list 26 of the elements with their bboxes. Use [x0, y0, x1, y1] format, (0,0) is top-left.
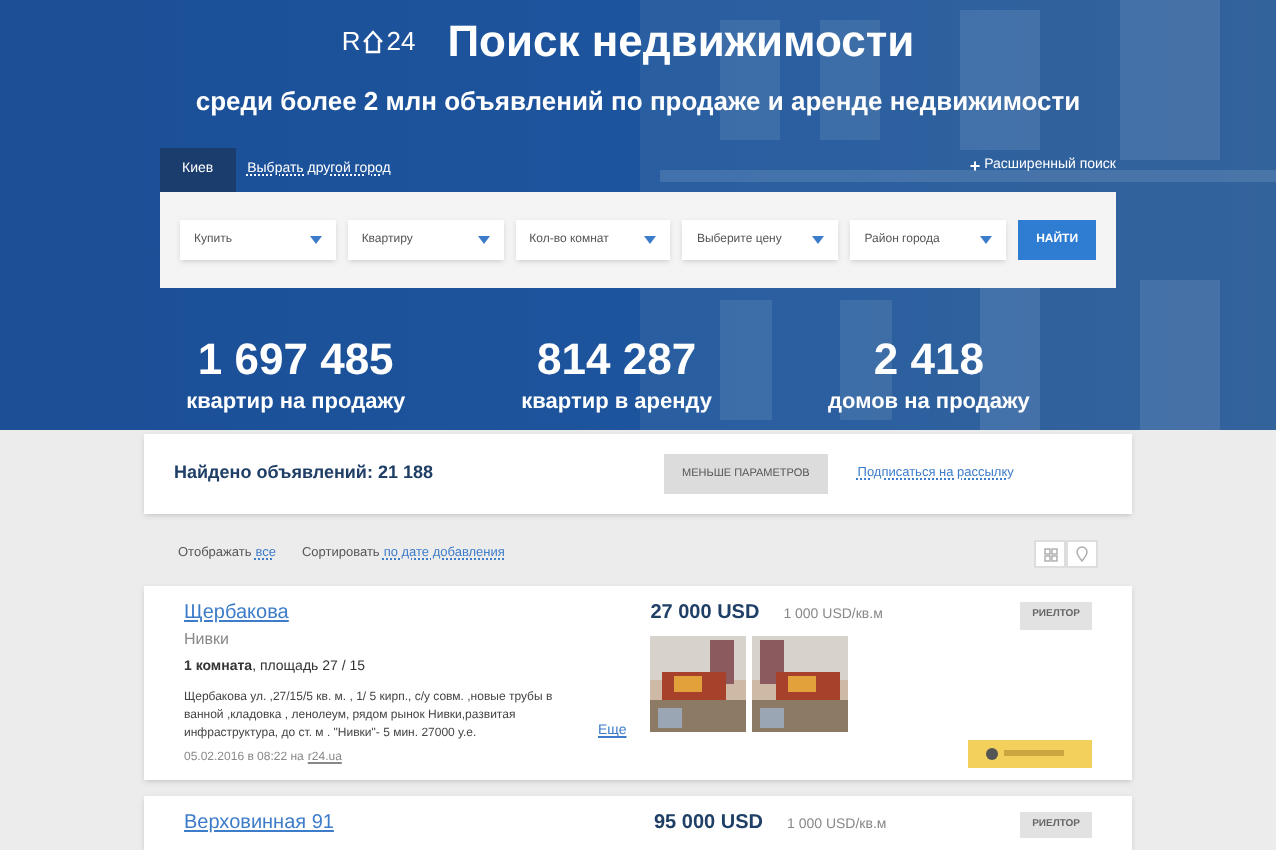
grid-icon — [1043, 547, 1057, 561]
stat-value: 2 418 — [873, 336, 984, 384]
caret-icon — [477, 236, 490, 244]
price-text: 27 000 USD — [650, 602, 760, 626]
stat-label: квартир в аренду — [521, 388, 713, 416]
results-count: Найдено объявлений: 21 188 — [174, 460, 435, 487]
hero-title: Поиск недвижимости — [447, 14, 915, 70]
district-text: Нивки — [184, 628, 231, 652]
house-logo-icon — [360, 27, 387, 55]
caret-icon — [812, 236, 825, 244]
grid-view-button[interactable] — [1034, 540, 1066, 568]
hero-subtitle: среди более 2 млн объявлений по продаже и аренде недвижимости — [193, 84, 1083, 120]
stat-label: домов на продажу — [828, 388, 1030, 416]
price-text: 95 000 USD — [654, 811, 763, 835]
stat-value: 1 697 485 — [197, 336, 394, 384]
caret-icon — [980, 236, 993, 244]
caret-icon — [309, 236, 322, 244]
stat-value: 814 287 — [537, 336, 697, 384]
listing-title-link[interactable]: Верховинная 91 — [184, 811, 634, 835]
map-pin-icon — [1076, 546, 1088, 562]
caret-icon — [644, 236, 657, 244]
listing-title-link[interactable]: Щербакова — [184, 602, 631, 626]
map-view-button[interactable] — [1066, 540, 1098, 568]
logo-text: R — [341, 23, 361, 60]
stat-label: квартир на продажу — [186, 388, 406, 416]
logo-text: 24 — [386, 23, 416, 60]
